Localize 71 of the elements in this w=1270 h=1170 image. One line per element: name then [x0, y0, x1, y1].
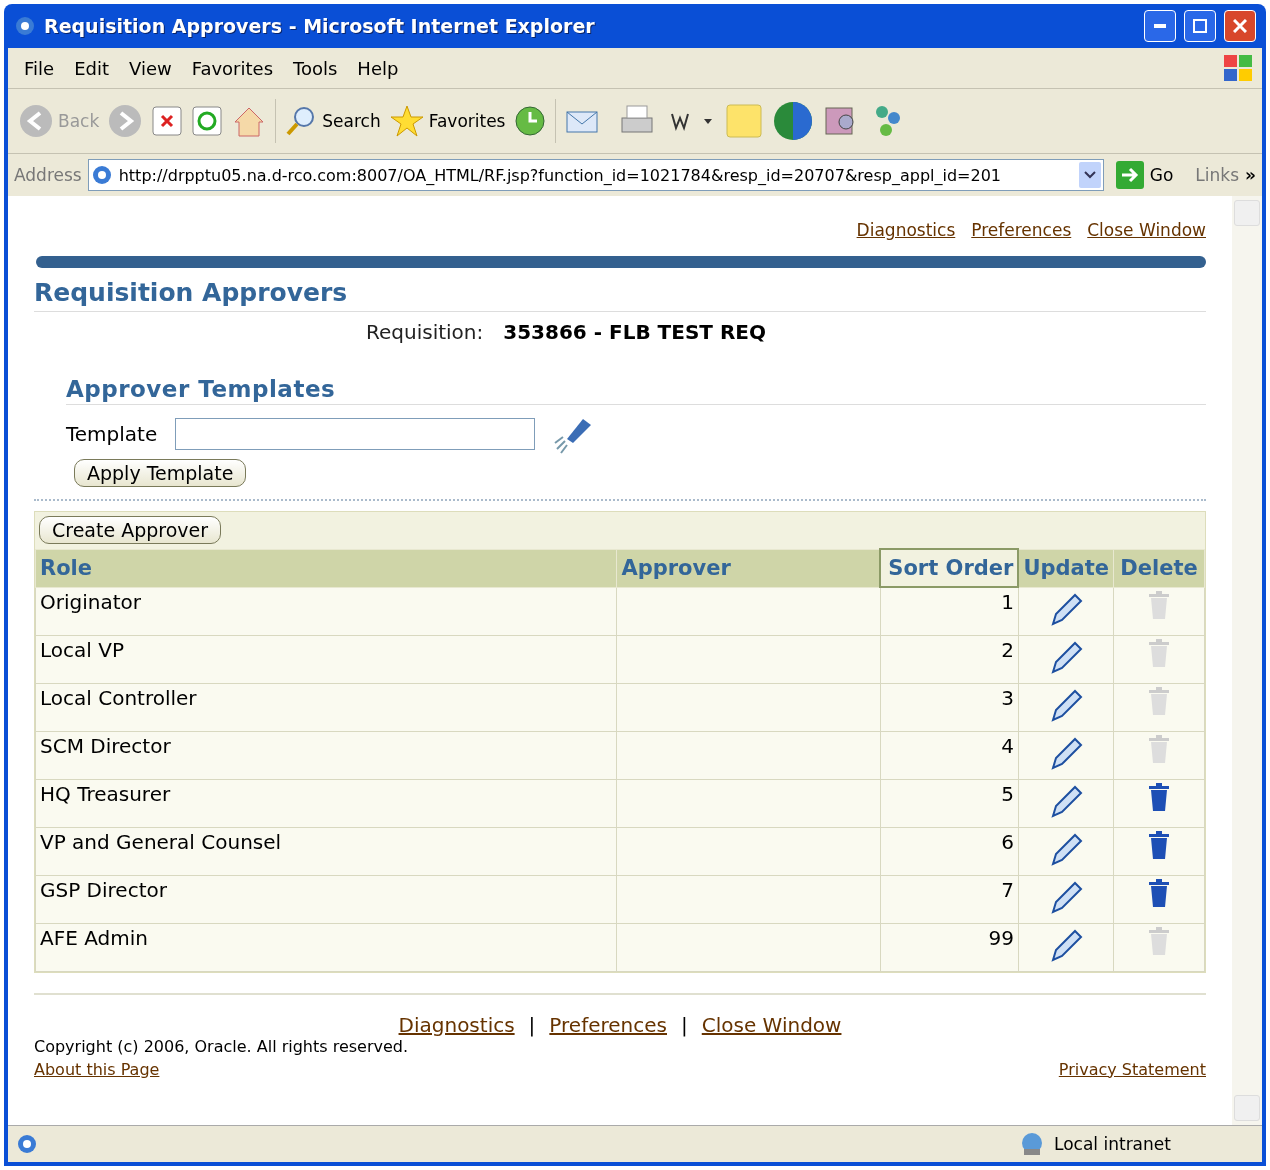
links-label[interactable]: Links: [1195, 165, 1239, 185]
menu-item[interactable]: Help: [349, 55, 407, 81]
more-chevron[interactable]: »: [1245, 165, 1256, 185]
trash-icon[interactable]: [1147, 877, 1171, 908]
column-header[interactable]: Sort Order: [880, 549, 1019, 587]
table-cell: 1: [880, 587, 1019, 635]
stop-icon[interactable]: [151, 105, 184, 137]
column-header: Delete: [1113, 549, 1205, 587]
table-cell: 6: [880, 827, 1019, 875]
table-cell: 4: [880, 731, 1019, 779]
table-cell: 3: [880, 683, 1019, 731]
window-title: Requisition Approvers - Microsoft Internet Explorer: [44, 15, 596, 37]
table-cell: 99: [880, 923, 1019, 971]
menu-item[interactable]: Edit: [66, 55, 117, 81]
minimize-icon: [1154, 24, 1166, 28]
table-cell: 7: [880, 875, 1019, 923]
global-link[interactable]: Close Window: [1087, 220, 1206, 240]
zone-label: Local intranet: [1054, 1134, 1172, 1154]
create-approver-button[interactable]: Create Approver: [39, 516, 222, 544]
refresh-icon[interactable]: [191, 105, 224, 137]
table-cell: VP and General Counsel: [35, 827, 617, 875]
template-field[interactable]: [175, 418, 536, 450]
column-header: Approver: [616, 549, 881, 587]
copyright-text: Copyright (c) 2006, Oracle. All rights reserved.: [34, 1036, 409, 1056]
favorites-button[interactable]: Favorites: [428, 111, 506, 131]
maximize-button[interactable]: [1184, 10, 1216, 42]
table-cell: 5: [880, 779, 1019, 827]
footer-link[interactable]: Preferences: [549, 1012, 667, 1037]
table-cell: Local Controller: [35, 683, 617, 731]
privacy-link[interactable]: Privacy Statement: [1058, 1059, 1206, 1079]
close-icon: [1233, 19, 1247, 33]
footer-link[interactable]: Close Window: [701, 1012, 842, 1037]
global-link[interactable]: Preferences: [971, 220, 1072, 240]
address-field[interactable]: http://drpptu05.na.d-rco.com:8007/OA_HTML/RF.jsp?function_id=1021784&resp_id=20707&resp_appl_id=201: [87, 159, 1104, 191]
table-cell: SCM Director: [35, 731, 617, 779]
table-cell: GSP Director: [35, 875, 617, 923]
requisition-value: 353866 - FLB TEST REQ: [503, 320, 766, 344]
windows-logo-icon: [1222, 53, 1254, 83]
about-link[interactable]: About this Page: [34, 1059, 409, 1079]
menu-item[interactable]: View: [121, 55, 180, 81]
menu-item[interactable]: Favorites: [183, 55, 281, 81]
go-button[interactable]: Go: [1109, 161, 1190, 189]
search-button[interactable]: Search: [322, 111, 381, 131]
maximize-icon: [1193, 19, 1207, 33]
global-link[interactable]: Diagnostics: [856, 220, 956, 240]
separator: |: [681, 1012, 688, 1037]
address-label: Address: [14, 165, 82, 185]
minimize-button[interactable]: [1144, 10, 1176, 42]
star-icon[interactable]: [388, 104, 425, 138]
section-title: Approver Templates: [66, 376, 1206, 405]
globe-icon[interactable]: [772, 100, 815, 142]
page-title: Requisition Approvers: [34, 278, 1206, 312]
template-label: Template: [66, 422, 158, 446]
footer-link[interactable]: Diagnostics: [398, 1012, 515, 1037]
trash-icon[interactable]: [1147, 829, 1171, 860]
column-header: Role: [35, 549, 617, 587]
table-cell: AFE Admin: [35, 923, 617, 971]
trash-icon[interactable]: [1147, 781, 1171, 812]
separator: |: [528, 1012, 536, 1037]
scrollbar[interactable]: [1232, 196, 1262, 1125]
requisition-label: Requisition:: [366, 320, 484, 344]
menu-item[interactable]: Tools: [285, 55, 346, 81]
table-cell: Local VP: [35, 635, 617, 683]
close-button[interactable]: [1224, 10, 1256, 42]
menu-item[interactable]: File: [16, 55, 63, 81]
column-header: Update: [1018, 549, 1114, 587]
table-cell: 2: [880, 635, 1019, 683]
history-icon[interactable]: [513, 104, 548, 138]
table-cell: Originator: [35, 587, 617, 635]
apply-template-button[interactable]: Apply Template: [74, 459, 247, 487]
table-cell: HQ Treasurer: [35, 779, 617, 827]
